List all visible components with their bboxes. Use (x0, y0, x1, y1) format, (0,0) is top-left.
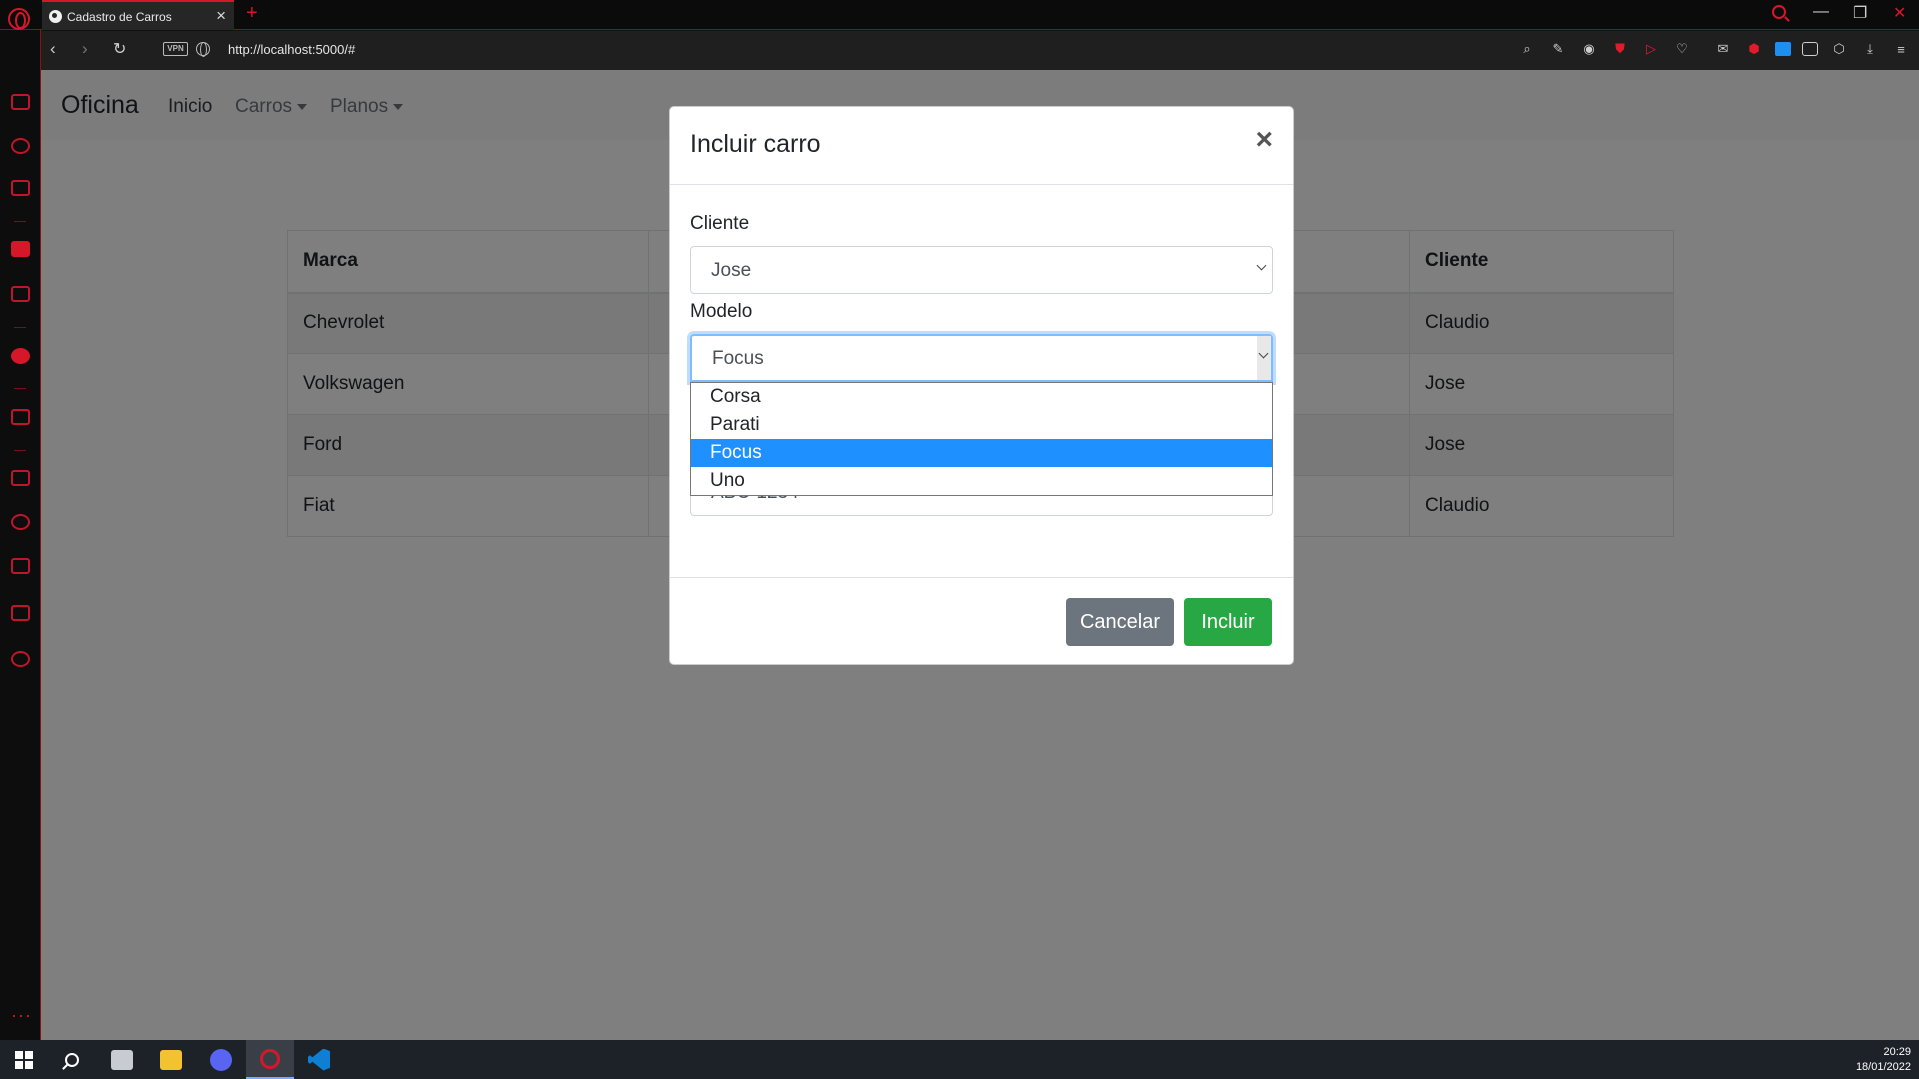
dropdown-option[interactable]: Parati (691, 411, 1272, 439)
download-sidebar-icon[interactable] (11, 558, 30, 574)
taskbar-app-explorer[interactable] (147, 1040, 195, 1079)
back-icon[interactable]: ‹ (50, 39, 56, 59)
whatsapp-icon[interactable] (11, 348, 30, 364)
system-clock[interactable]: 20:29 18/01/2022 (1856, 1045, 1911, 1075)
web-page: Oficina Inicio Carros Planos Marca Clien… (41, 70, 1919, 1040)
restore-icon[interactable]: ❐ (1853, 3, 1867, 23)
cube-icon[interactable] (11, 605, 30, 621)
gx-gamepad-icon[interactable] (11, 94, 30, 110)
vscode-app-icon (308, 1048, 330, 1071)
include-car-modal: Incluir carro × Cliente Jose Modelo Focu… (669, 106, 1294, 665)
more-icon[interactable]: ··· (11, 1005, 32, 1026)
easy-setup-icon[interactable]: ≡ (1891, 39, 1911, 59)
sidebar-separator (14, 221, 26, 222)
address-bar: ‹ › ↻ VPN http://localhost:5000/# ⌕ ✎ ◉ … (40, 31, 1919, 70)
opera-sidebar: ··· (0, 30, 41, 1040)
mail-icon[interactable]: ✉ (1713, 39, 1733, 59)
minimize-icon[interactable]: — (1813, 3, 1829, 21)
start-button[interactable] (0, 1040, 48, 1079)
send-icon[interactable] (11, 409, 30, 425)
vpn-badge[interactable]: VPN (163, 42, 188, 56)
include-button[interactable]: Incluir (1184, 598, 1272, 646)
new-tab-icon[interactable]: + (246, 3, 258, 23)
chevron-down-icon (1256, 260, 1267, 271)
opera-menu-icon[interactable] (8, 8, 30, 30)
dropdown-option[interactable]: Uno (691, 467, 1272, 495)
speed-icon[interactable] (11, 138, 30, 154)
adblock-shield-icon[interactable]: ⛊ (1610, 39, 1630, 59)
reload-icon[interactable]: ↻ (113, 39, 126, 59)
cliente-select-value: Jose (711, 260, 752, 281)
toolbar-icons: ⌕ ✎ ◉ ⛊ ▷ ♡ ✉ ⬢ ⬡ ⤓ ≡ (1517, 39, 1911, 59)
windows-icon (15, 1050, 33, 1069)
taskbar-app-people[interactable] (98, 1040, 146, 1079)
modal-close-icon[interactable]: × (1255, 125, 1273, 155)
folder-icon (160, 1049, 182, 1070)
screen: Cadastro de Carros × + — ❐ ✕ ‹ › ↻ VPN h… (0, 0, 1919, 1079)
select-arrow-area[interactable] (1257, 336, 1271, 380)
modal-footer: Cancelar Incluir (670, 577, 1293, 665)
extensions-cube-icon[interactable]: ⬡ (1829, 39, 1849, 59)
ublock-icon[interactable]: ⬢ (1744, 39, 1764, 59)
player-icon[interactable]: ▷ (1641, 39, 1661, 59)
dropdown-option-selected[interactable]: Focus (691, 439, 1272, 467)
sidebar-separator (14, 450, 26, 451)
search-icon (65, 1052, 79, 1067)
browser-titlebar: Cadastro de Carros × + — ❐ ✕ (0, 0, 1919, 30)
extension-box-icon[interactable] (1802, 42, 1818, 56)
modal-title: Incluir carro (690, 130, 821, 158)
site-info-icon[interactable] (196, 42, 210, 57)
modelo-dropdown-list: Corsa Parati Focus Uno (690, 382, 1273, 496)
discord-icon[interactable] (11, 286, 30, 302)
clock-time: 20:29 (1883, 1046, 1911, 1058)
snapshot-icon[interactable]: ◉ (1579, 39, 1599, 59)
history-icon[interactable] (11, 514, 30, 530)
twitch-icon[interactable] (11, 180, 30, 196)
modelo-select[interactable]: Focus (690, 334, 1273, 382)
zoom-icon[interactable]: ⌕ (1517, 39, 1537, 59)
taskbar-app-vscode[interactable] (295, 1040, 343, 1079)
taskbar-app-opera[interactable] (246, 1040, 294, 1079)
favicon-icon (49, 10, 62, 23)
forward-icon[interactable]: › (82, 39, 88, 59)
share-icon[interactable]: ✎ (1548, 39, 1568, 59)
tab-title: Cadastro de Carros (67, 10, 172, 24)
settings-gear-icon[interactable] (11, 651, 30, 667)
cliente-select[interactable]: Jose (690, 246, 1273, 294)
browser-tab[interactable]: Cadastro de Carros × (42, 0, 234, 30)
dropdown-option[interactable]: Corsa (691, 383, 1272, 411)
url-field[interactable]: http://localhost:5000/# (228, 42, 355, 57)
heart-icon[interactable]: ♡ (1672, 39, 1692, 59)
modelo-select-value: Focus (712, 348, 764, 369)
tab-close-icon[interactable]: × (216, 7, 226, 24)
downloads-icon[interactable]: ⤓ (1860, 39, 1880, 59)
opera-app-icon (260, 1048, 280, 1069)
cancel-button[interactable]: Cancelar (1066, 598, 1174, 646)
app-icon (111, 1049, 133, 1070)
sidebar-separator (14, 388, 26, 389)
clock-date: 18/01/2022 (1855, 1061, 1911, 1073)
cliente-label: Cliente (690, 213, 750, 234)
search-button[interactable] (48, 1040, 96, 1079)
tasks-icon[interactable] (11, 241, 30, 257)
window-close-icon[interactable]: ✕ (1893, 3, 1906, 23)
modelo-label: Modelo (690, 301, 753, 322)
taskbar-app-discord[interactable] (197, 1040, 245, 1079)
modal-header: Incluir carro × (670, 107, 1293, 185)
discord-app-icon (210, 1048, 232, 1071)
messages-icon[interactable] (11, 470, 30, 486)
windows-taskbar: 20:29 18/01/2022 (0, 1040, 1919, 1079)
sidebar-separator (14, 327, 26, 328)
extension-blue-icon[interactable] (1775, 42, 1791, 56)
tab-search-icon[interactable] (1772, 5, 1786, 19)
